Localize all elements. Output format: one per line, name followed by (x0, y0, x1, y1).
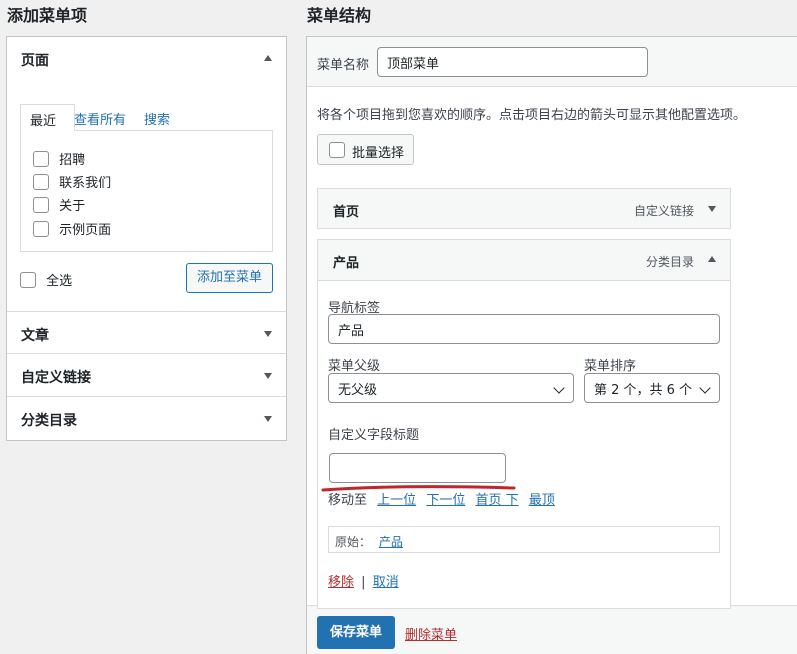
original-box: 原始： 产品 (328, 526, 720, 553)
tab-search[interactable]: 搜索 (144, 109, 170, 128)
expand-arrow-icon[interactable] (708, 206, 716, 212)
page-label: 招聘 (59, 153, 86, 168)
section-posts-title: 文章 (21, 328, 49, 344)
move-up-link[interactable]: 上一位 (377, 493, 416, 508)
section-custom-links-title: 自定义链接 (21, 370, 91, 386)
pages-list-panel: 招聘 联系我们 关于 示例页面 (20, 130, 273, 252)
collapse-arrow-icon[interactable] (264, 55, 272, 61)
page-label: 示例页面 (59, 223, 112, 238)
cancel-link[interactable]: 取消 (373, 575, 399, 590)
original-link[interactable]: 产品 (379, 535, 403, 549)
chevron-down-icon (553, 382, 565, 394)
item-actions: 移除 | 取消 (328, 571, 399, 590)
select-all-checkbox[interactable] (20, 271, 36, 288)
move-to-row: 移动至 上一位 下一位 首页 下 最顶 (328, 489, 555, 508)
add-items-panel: 页面 最近 查看所有 搜索 招聘 联系我们 关于 示例页面 全选 添加至菜单 文 (6, 36, 287, 441)
chevron-down-icon (699, 382, 711, 394)
custom-field-input[interactable] (329, 453, 506, 483)
nav-label-input[interactable]: 产品 (328, 314, 720, 344)
list-item[interactable]: 示例页面 (33, 219, 111, 238)
order-select-value: 第 2 个，共 6 个 (594, 382, 693, 398)
menu-name-label: 菜单名称 (317, 58, 370, 73)
move-under-link[interactable]: 首页 下 (475, 493, 518, 508)
list-item[interactable]: 招聘 (33, 149, 85, 168)
page-label: 联系我们 (59, 176, 112, 191)
menu-footer-bar: 保存菜单 删除菜单 (307, 605, 797, 654)
page-label: 关于 (59, 199, 86, 214)
action-separator: | (361, 575, 366, 590)
menu-item-type: 自定义链接 (633, 204, 694, 218)
pages-section-header[interactable]: 页面 (7, 37, 286, 80)
menu-name-value: 顶部菜单 (387, 56, 440, 72)
menu-item-title: 产品 (333, 256, 360, 271)
menu-item-type: 分类目录 (645, 255, 694, 269)
nav-label-value: 产品 (338, 323, 365, 339)
menu-item-title: 首页 (333, 205, 360, 220)
move-to-label: 移动至 (328, 493, 368, 508)
section-categories[interactable]: 分类目录 (7, 397, 286, 440)
bulk-select-checkbox[interactable] (329, 142, 345, 158)
delete-menu-link[interactable]: 删除菜单 (405, 624, 457, 643)
page-checkbox[interactable] (33, 220, 49, 237)
parent-select[interactable]: 无父级 (328, 373, 574, 403)
remove-link[interactable]: 移除 (328, 575, 354, 590)
parent-label: 菜单父级 (328, 359, 381, 374)
bulk-select-label: 批量选择 (352, 146, 405, 161)
page-checkbox[interactable] (33, 150, 49, 167)
expand-arrow-icon[interactable] (264, 331, 272, 337)
move-top-link[interactable]: 最顶 (529, 493, 555, 508)
menu-item-home[interactable]: 首页 自定义链接 (317, 188, 731, 229)
select-all[interactable]: 全选 (20, 270, 72, 289)
parent-select-value: 无父级 (338, 382, 378, 398)
pages-section-title: 页面 (21, 53, 49, 69)
bulk-select-button[interactable]: 批量选择 (317, 134, 414, 165)
page-checkbox[interactable] (33, 196, 49, 213)
order-select[interactable]: 第 2 个，共 6 个 (584, 373, 720, 403)
section-posts[interactable]: 文章 (7, 311, 286, 354)
menu-instructions: 将各个项目拖到您喜欢的顺序。点击项目右边的箭头可显示其他配置选项。 (317, 108, 747, 123)
page-checkbox[interactable] (33, 173, 49, 190)
move-down-link[interactable]: 下一位 (426, 493, 465, 508)
select-all-label: 全选 (46, 274, 73, 289)
list-item[interactable]: 关于 (33, 195, 85, 214)
tab-recent-label: 最近 (30, 114, 57, 129)
order-label: 菜单排序 (584, 359, 637, 374)
add-menu-items-heading: 添加菜单项 (7, 6, 88, 25)
collapse-arrow-icon[interactable] (708, 256, 716, 262)
add-to-menu-button[interactable]: 添加至菜单 (186, 263, 273, 293)
section-categories-title: 分类目录 (21, 413, 77, 429)
original-label: 原始： (335, 535, 372, 549)
menu-item-product[interactable]: 产品 分类目录 (317, 239, 731, 281)
tab-recent[interactable]: 最近 (20, 104, 75, 131)
section-custom-links[interactable]: 自定义链接 (7, 354, 286, 397)
save-menu-button[interactable]: 保存菜单 (317, 616, 395, 649)
menu-name-bar: 菜单名称 顶部菜单 (307, 37, 797, 87)
tab-view-all[interactable]: 查看所有 (74, 109, 126, 128)
list-item[interactable]: 联系我们 (33, 172, 111, 191)
menu-structure-heading: 菜单结构 (307, 6, 372, 25)
expand-arrow-icon[interactable] (264, 416, 272, 422)
menu-name-input[interactable]: 顶部菜单 (377, 47, 648, 77)
custom-field-label: 自定义字段标题 (328, 428, 420, 443)
expand-arrow-icon[interactable] (264, 373, 272, 379)
